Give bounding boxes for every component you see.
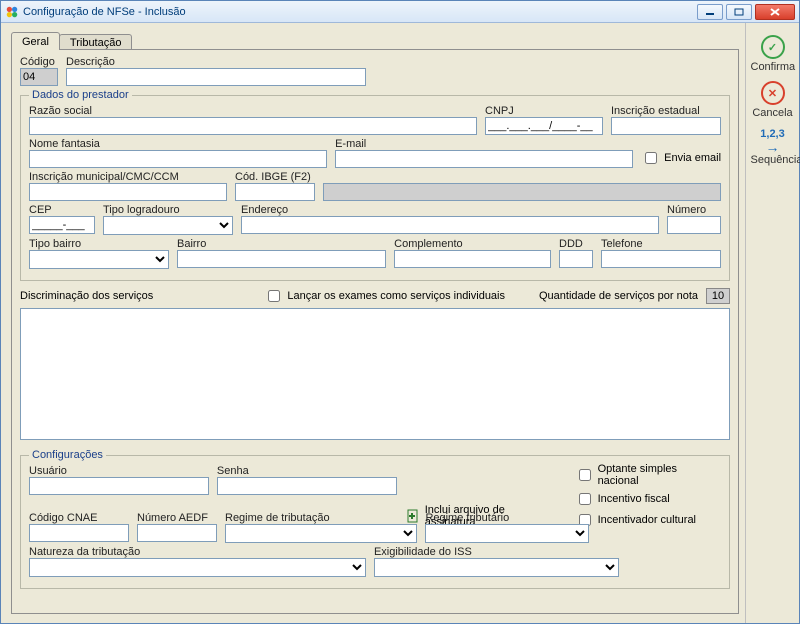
- window-title: Configuração de NFSe - Inclusão: [23, 6, 697, 18]
- usuario-input[interactable]: [29, 477, 209, 495]
- ie-input[interactable]: [611, 117, 721, 135]
- ddd-label: DDD: [559, 238, 593, 250]
- tabs: Geral Tributação: [11, 29, 739, 49]
- codigo-label: Código: [20, 56, 58, 68]
- bairro-input[interactable]: [177, 250, 386, 268]
- lancar-exames-label: Lançar os exames como serviços individua…: [287, 290, 505, 302]
- bairro-label: Bairro: [177, 238, 386, 250]
- ibge-label: Cód. IBGE (F2): [235, 171, 315, 183]
- ie-label: Inscrição estadual: [611, 105, 721, 117]
- discriminacao-textarea[interactable]: [20, 308, 730, 440]
- email-input[interactable]: [335, 150, 633, 168]
- cancela-label: Cancela: [752, 107, 792, 119]
- descricao-input[interactable]: [66, 68, 366, 86]
- window-titlebar: Configuração de NFSe - Inclusão: [1, 1, 799, 23]
- prestador-fieldset: Dados do prestador Razão social CNPJ Ins…: [20, 89, 730, 281]
- cnae-input[interactable]: [29, 524, 129, 542]
- regime-tributario-label: Regime tributário: [425, 512, 589, 524]
- optante-label: Optante simples nacional: [598, 463, 721, 487]
- telefone-input[interactable]: [601, 250, 721, 268]
- senha-label: Senha: [217, 465, 397, 477]
- optante-checkbox[interactable]: [579, 469, 591, 481]
- tab-geral-label: Geral: [22, 36, 49, 48]
- sequence-icon: 1,2,3→: [751, 127, 795, 154]
- envia-email-checkbox[interactable]: [645, 152, 657, 164]
- regime-tributacao-select[interactable]: [225, 524, 417, 543]
- check-icon: ✓: [761, 35, 785, 59]
- complemento-input[interactable]: [394, 250, 551, 268]
- aedf-input[interactable]: [137, 524, 217, 542]
- close-button[interactable]: [755, 4, 795, 20]
- endereco-label: Endereço: [241, 204, 659, 216]
- prestador-legend: Dados do prestador: [29, 89, 132, 101]
- numero-input[interactable]: [667, 216, 721, 234]
- cep-input[interactable]: [29, 216, 95, 234]
- endereco-input[interactable]: [241, 216, 659, 234]
- usuario-label: Usuário: [29, 465, 209, 477]
- descricao-label: Descrição: [66, 56, 366, 68]
- tipo-bairro-select[interactable]: [29, 250, 169, 269]
- aedf-label: Número AEDF: [137, 512, 217, 524]
- confirma-button[interactable]: ✓ Confirma: [751, 35, 795, 73]
- cnae-label: Código CNAE: [29, 512, 129, 524]
- email-label: E-mail: [335, 138, 633, 150]
- tipo-bairro-label: Tipo bairro: [29, 238, 169, 250]
- exigibilidade-label: Exigibilidade do ISS: [374, 546, 619, 558]
- codigo-input[interactable]: [20, 68, 58, 86]
- incentivo-checkbox[interactable]: [579, 493, 591, 505]
- discriminacao-label: Discriminação dos serviços: [20, 290, 153, 302]
- complemento-label: Complemento: [394, 238, 551, 250]
- envia-email-label: Envia email: [664, 152, 721, 164]
- tabpage-geral: Código Descrição Dados do prestador Razã…: [11, 49, 739, 614]
- ibge-desc-input: [323, 183, 721, 201]
- ibge-input[interactable]: [235, 183, 315, 201]
- regime-tributacao-label: Regime de tributação: [225, 512, 417, 524]
- natureza-label: Natureza da tributação: [29, 546, 366, 558]
- qtd-servicos-label: Quantidade de serviços por nota: [539, 290, 698, 302]
- confirma-label: Confirma: [751, 61, 796, 73]
- tab-tributacao-label: Tributação: [70, 37, 122, 49]
- senha-input[interactable]: [217, 477, 397, 495]
- action-sidebar: ✓ Confirma ✕ Cancela 1,2,3→ Sequência: [745, 23, 799, 623]
- exigibilidade-select[interactable]: [374, 558, 619, 577]
- cnpj-label: CNPJ: [485, 105, 603, 117]
- im-input[interactable]: [29, 183, 227, 201]
- telefone-label: Telefone: [601, 238, 721, 250]
- nomefantasia-input[interactable]: [29, 150, 327, 168]
- cnpj-input[interactable]: [485, 117, 603, 135]
- im-label: Inscrição municipal/CMC/CCM: [29, 171, 227, 183]
- config-legend: Configurações: [29, 449, 106, 461]
- razao-input[interactable]: [29, 117, 477, 135]
- nomefantasia-label: Nome fantasia: [29, 138, 327, 150]
- app-icon: [5, 5, 19, 19]
- ddd-input[interactable]: [559, 250, 593, 268]
- numero-label: Número: [667, 204, 721, 216]
- tab-geral[interactable]: Geral: [11, 32, 60, 50]
- sequencia-label: Sequência: [751, 154, 800, 166]
- maximize-button[interactable]: [726, 4, 752, 20]
- tipo-logradouro-label: Tipo logradouro: [103, 204, 233, 216]
- sequencia-button[interactable]: 1,2,3→ Sequência: [751, 127, 795, 166]
- razao-label: Razão social: [29, 105, 477, 117]
- natureza-select[interactable]: [29, 558, 366, 577]
- incentivo-label: Incentivo fiscal: [598, 493, 670, 505]
- cancela-button[interactable]: ✕ Cancela: [751, 81, 795, 119]
- incentivador-label: Incentivador cultural: [598, 514, 696, 526]
- tipo-logradouro-select[interactable]: [103, 216, 233, 235]
- config-fieldset: Configurações Usuário Senha Inclui arqui…: [20, 449, 730, 589]
- regime-tributario-select[interactable]: [425, 524, 589, 543]
- cep-label: CEP: [29, 204, 95, 216]
- close-icon: ✕: [761, 81, 785, 105]
- qtd-servicos-value[interactable]: 10: [706, 288, 730, 304]
- minimize-button[interactable]: [697, 4, 723, 20]
- lancar-exames-checkbox[interactable]: [268, 290, 280, 302]
